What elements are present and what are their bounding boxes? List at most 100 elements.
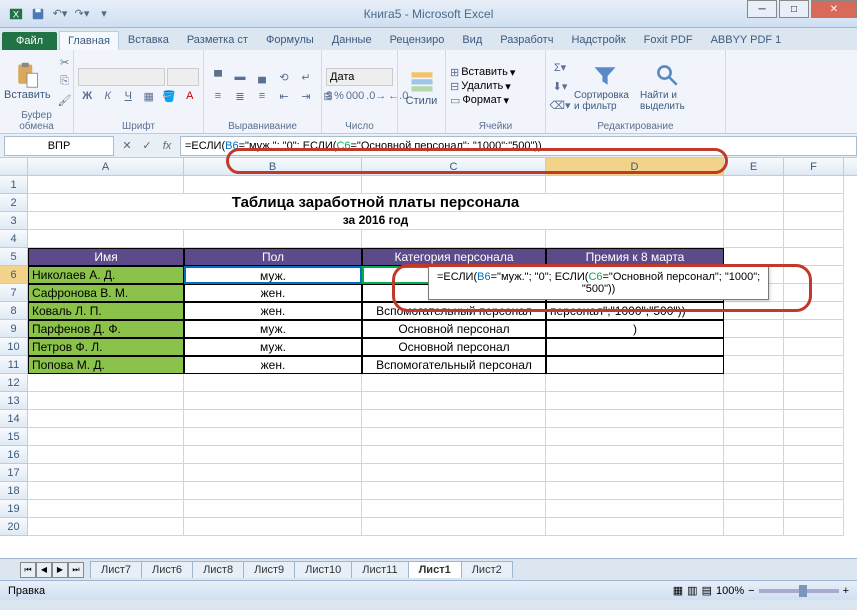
col-header-C[interactable]: C <box>362 158 546 175</box>
tab-abbyy[interactable]: ABBYY PDF 1 <box>702 30 791 50</box>
tab-layout[interactable]: Разметка ст <box>178 30 257 50</box>
percent-icon[interactable]: % <box>334 87 344 105</box>
sheet-tab[interactable]: Лист8 <box>192 561 244 578</box>
save-icon[interactable] <box>28 4 48 24</box>
sheet-nav-prev[interactable]: ◀ <box>36 562 52 578</box>
maximize-button[interactable]: □ <box>779 0 809 18</box>
paste-button[interactable]: Вставить <box>4 61 51 101</box>
italic-icon[interactable]: К <box>99 87 118 105</box>
align-top-icon[interactable]: ▀ <box>208 68 228 86</box>
number-format-dropdown[interactable]: Дата <box>326 68 393 86</box>
tab-foxit[interactable]: Foxit PDF <box>635 30 702 50</box>
sheet-nav-first[interactable]: ⏮ <box>20 562 36 578</box>
view-break-icon[interactable]: ▤ <box>702 584 712 597</box>
tab-review[interactable]: Рецензиро <box>381 30 454 50</box>
autosum-icon[interactable]: Σ▾ <box>550 59 570 77</box>
copy-icon[interactable]: ⎘ <box>55 72 75 90</box>
indent-dec-icon[interactable]: ⇤ <box>274 87 294 105</box>
file-tab[interactable]: Файл <box>2 32 57 50</box>
sheet-tab[interactable]: Лист11 <box>351 561 408 578</box>
minimize-button[interactable]: ─ <box>747 0 777 18</box>
zoom-slider[interactable] <box>759 589 839 593</box>
col-category[interactable]: Категория персонала <box>362 248 546 266</box>
undo-icon[interactable]: ↶▾ <box>50 4 70 24</box>
fx-icon[interactable]: fx <box>158 137 176 155</box>
clear-icon[interactable]: ⌫▾ <box>550 97 570 115</box>
table-title[interactable]: Таблица заработной платы персонала <box>28 194 724 212</box>
col-header-A[interactable]: A <box>28 158 184 175</box>
tab-insert[interactable]: Вставка <box>119 30 178 50</box>
zoom-in-button[interactable]: + <box>843 585 849 597</box>
window-title: Книга5 - Microsoft Excel <box>364 7 494 21</box>
bold-icon[interactable]: Ж <box>78 87 97 105</box>
qat-more-icon[interactable]: ▾ <box>94 4 114 24</box>
name-box[interactable]: ВПР <box>4 136 114 156</box>
font-color-icon[interactable]: A <box>181 87 200 105</box>
col-header-F[interactable]: F <box>784 158 844 175</box>
align-left-icon[interactable]: ≡ <box>208 87 228 105</box>
redo-icon[interactable]: ↷▾ <box>72 4 92 24</box>
indent-inc-icon[interactable]: ⇥ <box>296 87 316 105</box>
format-cells-button[interactable]: ▭Формат ▾ <box>450 94 541 107</box>
group-font: Шрифт <box>78 121 199 133</box>
sheet-tab[interactable]: Лист6 <box>141 561 193 578</box>
sheet-tabs-bar: ⏮ ◀ ▶ ⏭ Лист7 Лист6 Лист8 Лист9 Лист10 Л… <box>0 558 857 580</box>
view-layout-icon[interactable]: ▥ <box>687 584 697 597</box>
col-header-E[interactable]: E <box>724 158 784 175</box>
tab-view[interactable]: Вид <box>453 30 491 50</box>
inc-decimal-icon[interactable]: .0→ <box>366 87 386 105</box>
sheet-nav-last[interactable]: ⏭ <box>68 562 84 578</box>
zoom-out-button[interactable]: − <box>748 585 754 597</box>
sheet-nav-next[interactable]: ▶ <box>52 562 68 578</box>
underline-icon[interactable]: Ч <box>119 87 138 105</box>
align-bottom-icon[interactable]: ▄ <box>252 68 272 86</box>
tab-formulas[interactable]: Формулы <box>257 30 323 50</box>
sheet-tab[interactable]: Лист10 <box>294 561 352 578</box>
border-icon[interactable]: ▦ <box>140 87 159 105</box>
align-center-icon[interactable]: ≣ <box>230 87 250 105</box>
col-gender[interactable]: Пол <box>184 248 362 266</box>
cut-icon[interactable]: ✂ <box>55 53 75 71</box>
insert-cells-button[interactable]: ⊞Вставить ▾ <box>450 66 541 79</box>
close-button[interactable]: ✕ <box>811 0 857 18</box>
select-all-corner[interactable] <box>0 158 28 175</box>
tab-data[interactable]: Данные <box>323 30 381 50</box>
orientation-icon[interactable]: ⟲ <box>274 68 294 86</box>
col-header-D[interactable]: D <box>546 158 724 175</box>
view-normal-icon[interactable]: ▦ <box>673 584 683 597</box>
wrap-text-icon[interactable]: ↵ <box>296 68 316 86</box>
sheet-tab[interactable]: Лист9 <box>243 561 295 578</box>
currency-icon[interactable]: $ <box>326 87 332 105</box>
delete-cells-button[interactable]: ⊟Удалить ▾ <box>450 80 541 93</box>
spreadsheet-grid[interactable]: A B C D E F 1234567891011121314151617181… <box>0 158 857 558</box>
tab-developer[interactable]: Разработч <box>491 30 562 50</box>
sheet-tab[interactable]: Лист7 <box>90 561 142 578</box>
table-row[interactable]: Николаев А. Д. <box>28 266 184 284</box>
format-painter-icon[interactable]: 🖌 <box>55 91 75 109</box>
col-bonus[interactable]: Премия к 8 марта <box>546 248 724 266</box>
tab-addins[interactable]: Надстройк <box>562 30 634 50</box>
group-editing: Редактирование <box>550 121 721 133</box>
svg-text:X: X <box>13 9 20 20</box>
sheet-tab-active[interactable]: Лист1 <box>408 561 462 578</box>
formula-bar[interactable]: =ЕСЛИ(B6="муж."; "0"; ЕСЛИ(C6="Основной … <box>180 136 857 156</box>
col-header-B[interactable]: B <box>184 158 362 175</box>
find-select-button[interactable]: Найти и выделить <box>640 62 696 112</box>
fill-color-icon[interactable]: 🪣 <box>160 87 179 105</box>
styles-button[interactable]: Стили <box>402 67 441 107</box>
align-middle-icon[interactable]: ▬ <box>230 68 250 86</box>
table-subtitle[interactable]: за 2016 год <box>28 212 724 230</box>
sort-filter-button[interactable]: Сортировка и фильтр <box>574 62 636 112</box>
sheet-tab[interactable]: Лист2 <box>461 561 513 578</box>
row-header[interactable]: 1 <box>0 176 28 194</box>
accept-formula-icon[interactable]: ✓ <box>138 137 156 155</box>
group-align: Выравнивание <box>208 121 317 133</box>
tab-home[interactable]: Главная <box>59 31 119 50</box>
excel-icon[interactable]: X <box>6 4 26 24</box>
align-right-icon[interactable]: ≡ <box>252 87 272 105</box>
cancel-formula-icon[interactable]: ✕ <box>118 137 136 155</box>
fill-icon[interactable]: ⬇▾ <box>550 78 570 96</box>
comma-icon[interactable]: 000 <box>346 87 364 105</box>
zoom-level[interactable]: 100% <box>716 585 744 597</box>
col-name[interactable]: Имя <box>28 248 184 266</box>
